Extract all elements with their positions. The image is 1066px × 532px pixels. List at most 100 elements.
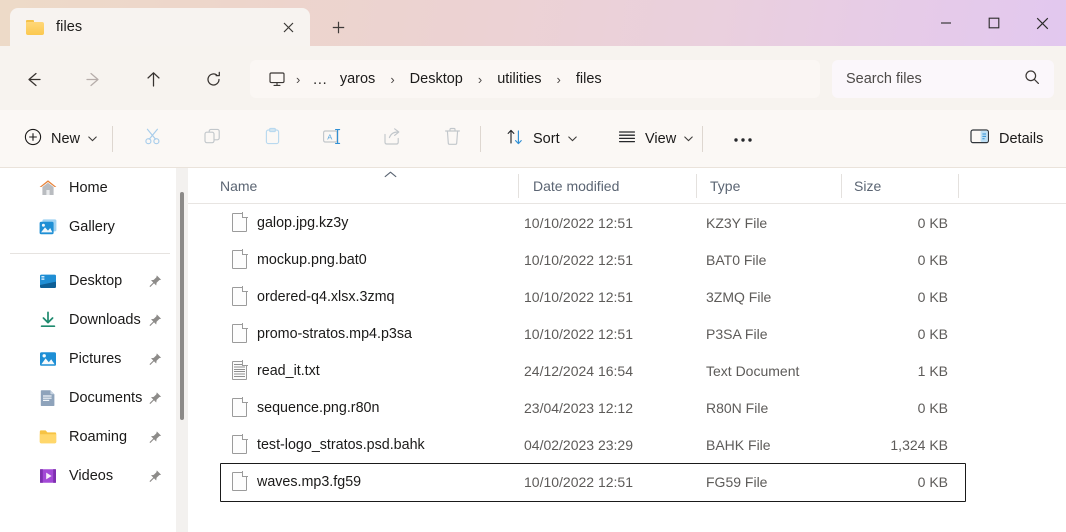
- sidebar-item-label: Gallery: [69, 218, 115, 235]
- generic-file-icon: [232, 397, 248, 417]
- breadcrumb-yaros[interactable]: yaros: [333, 68, 382, 90]
- new-button[interactable]: New: [16, 122, 105, 156]
- tab-close-icon[interactable]: [278, 17, 298, 37]
- generic-file-icon: [232, 323, 248, 343]
- delete-button[interactable]: [432, 122, 472, 156]
- breadcrumb-separator: ›: [477, 71, 483, 87]
- breadcrumb-separator: ›: [296, 71, 301, 87]
- pin-icon[interactable]: [149, 313, 162, 326]
- table-row[interactable]: galop.jpg.kz3y 10/10/2022 12:51 KZ3Y File 0…: [188, 204, 1066, 241]
- view-button[interactable]: View: [610, 122, 701, 156]
- breadcrumb-utilities[interactable]: utilities: [490, 68, 548, 90]
- copy-button[interactable]: [192, 122, 232, 156]
- maximize-button[interactable]: [970, 0, 1018, 46]
- title-bar: files: [0, 0, 1066, 46]
- file-date-modified: 24/12/2024 16:54: [524, 362, 633, 379]
- cell-name: read_it.txt: [232, 360, 320, 380]
- file-size: 0 KB: [917, 473, 948, 490]
- column-header-label: Size: [854, 178, 882, 194]
- search-icon[interactable]: [1024, 69, 1040, 90]
- videos-film-icon: [38, 466, 58, 486]
- sort-button[interactable]: Sort: [498, 122, 585, 156]
- see-more-button[interactable]: [722, 122, 764, 156]
- breadcrumb-overflow[interactable]: …: [308, 71, 333, 88]
- file-date-modified: 10/10/2022 12:51: [524, 325, 633, 342]
- sidebar-item-home[interactable]: Home: [6, 168, 176, 207]
- rename-button[interactable]: A: [312, 122, 352, 156]
- column-header-row: Name Date modified Type Size: [188, 168, 1066, 204]
- chevron-down-icon: [684, 134, 693, 145]
- column-divider[interactable]: [958, 174, 959, 198]
- search-box[interactable]: Search files: [832, 60, 1054, 98]
- table-row[interactable]: read_it.txt 24/12/2024 16:54 Text Document…: [188, 352, 1066, 389]
- copy-icon: [203, 127, 222, 151]
- pin-icon[interactable]: [149, 391, 162, 404]
- share-button[interactable]: [372, 122, 412, 156]
- file-date-modified: 10/10/2022 12:51: [524, 214, 633, 231]
- close-button[interactable]: [1018, 0, 1066, 46]
- table-row[interactable]: waves.mp3.fg59 10/10/2022 12:51 FG59 File 0…: [188, 463, 1066, 502]
- scissors-icon: [143, 127, 162, 151]
- sidebar-item-downloads[interactable]: Downloads: [6, 300, 176, 339]
- address-bar[interactable]: › … yaros › Desktop › utilities › files: [250, 60, 820, 98]
- column-header-type[interactable]: Type: [710, 168, 740, 204]
- sidebar-item-pictures[interactable]: Pictures: [6, 339, 176, 378]
- table-row[interactable]: ordered-q4.xlsx.3zmq 10/10/2022 12:51 3ZMQ…: [188, 278, 1066, 315]
- up-button[interactable]: [136, 62, 170, 96]
- search-input[interactable]: Search files: [846, 71, 1024, 87]
- back-button[interactable]: [16, 62, 50, 96]
- file-explorer-window: files › … yaros › Desktop › utilities › …: [0, 0, 1066, 532]
- details-pane-button[interactable]: Details: [962, 122, 1051, 156]
- file-date-modified: 04/02/2023 23:29: [524, 436, 633, 453]
- tab-title: files: [56, 19, 83, 35]
- generic-file-icon: [232, 434, 248, 454]
- column-header-name[interactable]: Name: [220, 168, 397, 204]
- home-icon: [38, 178, 58, 198]
- sidebar-scrollbar-thumb[interactable]: [180, 192, 184, 420]
- column-divider[interactable]: [518, 174, 519, 198]
- this-pc-monitor-icon[interactable]: [260, 71, 288, 88]
- sidebar-item-label: Roaming: [69, 428, 128, 445]
- file-size: 0 KB: [917, 288, 948, 305]
- file-name: read_it.txt: [257, 362, 320, 379]
- column-divider[interactable]: [841, 174, 842, 198]
- file-list-pane: Name Date modified Type Size galop.jpg.k…: [188, 168, 1066, 532]
- file-type: BAHK File: [706, 436, 771, 453]
- cell-name: mockup.png.bat0: [232, 249, 367, 269]
- file-type: P3SA File: [706, 325, 768, 342]
- breadcrumb-desktop[interactable]: Desktop: [403, 68, 470, 90]
- plus-circle-icon: [24, 128, 42, 151]
- paste-button[interactable]: [252, 122, 292, 156]
- forward-button: [76, 62, 110, 96]
- new-tab-button[interactable]: [326, 16, 350, 38]
- cell-name: ordered-q4.xlsx.3zmq: [232, 286, 394, 306]
- column-header-size[interactable]: Size: [854, 168, 881, 204]
- refresh-button[interactable]: [196, 62, 230, 96]
- file-type: KZ3Y File: [706, 214, 768, 231]
- pin-icon[interactable]: [149, 430, 162, 443]
- minimize-button[interactable]: [922, 0, 970, 46]
- tab-files[interactable]: files: [10, 8, 310, 46]
- sidebar-item-documents[interactable]: Documents: [6, 378, 176, 417]
- table-row[interactable]: sequence.png.r80n 23/04/2023 12:12 R80N Fi…: [188, 389, 1066, 426]
- pin-icon[interactable]: [149, 469, 162, 482]
- table-row[interactable]: promo-stratos.mp4.p3sa 10/10/2022 12:51 P3…: [188, 315, 1066, 352]
- column-divider[interactable]: [696, 174, 697, 198]
- cut-button[interactable]: [132, 122, 172, 156]
- table-row[interactable]: mockup.png.bat0 10/10/2022 12:51 BAT0 File…: [188, 241, 1066, 278]
- pin-icon[interactable]: [149, 352, 162, 365]
- cell-name: waves.mp3.fg59: [232, 471, 361, 491]
- file-name: mockup.png.bat0: [257, 251, 367, 268]
- sidebar-item-videos[interactable]: Videos: [6, 456, 176, 495]
- sidebar-item-desktop[interactable]: Desktop: [6, 261, 176, 300]
- svg-text:A: A: [327, 132, 333, 141]
- sidebar-item-roaming[interactable]: Roaming: [6, 417, 176, 456]
- column-header-date-modified[interactable]: Date modified: [533, 168, 619, 204]
- file-size: 0 KB: [917, 325, 948, 342]
- file-type: BAT0 File: [706, 251, 767, 268]
- sidebar-item-gallery[interactable]: Gallery: [6, 207, 176, 246]
- pin-icon[interactable]: [149, 274, 162, 287]
- breadcrumb-files[interactable]: files: [569, 68, 609, 90]
- table-row[interactable]: test-logo_stratos.psd.bahk 04/02/2023 23:…: [188, 426, 1066, 463]
- file-date-modified: 10/10/2022 12:51: [524, 473, 633, 490]
